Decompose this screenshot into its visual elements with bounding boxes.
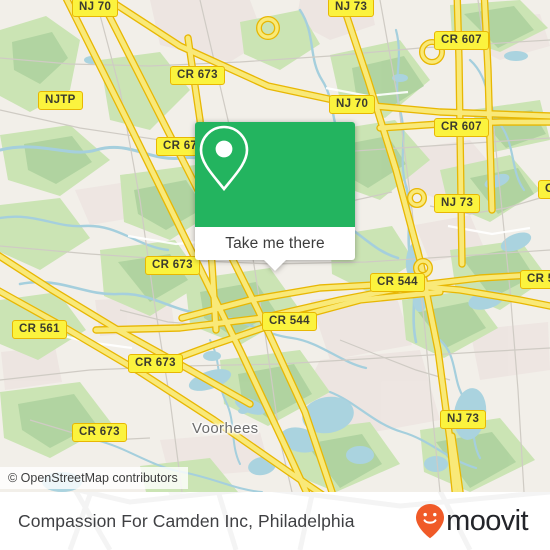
moovit-logo[interactable]: moovit	[415, 503, 529, 539]
road-shield[interactable]: NJ 73	[440, 410, 487, 429]
moovit-pin-smiley-icon	[416, 504, 445, 539]
road-shield[interactable]: NJTP	[38, 91, 83, 110]
page-title: Compassion For Camden Inc, Philadelphia	[18, 510, 355, 531]
map-screenshot: Voorhees NJ 70 NJ 73 CR 607 CR 673 NJ 70…	[0, 0, 550, 550]
callout-icon-panel	[195, 122, 355, 227]
road-shield[interactable]: NJ 70	[72, 0, 119, 17]
footer-bar: Compassion For Camden Inc, Philadelphia …	[0, 492, 550, 550]
map-canvas[interactable]: Voorhees NJ 70 NJ 73 CR 607 CR 673 NJ 70…	[0, 0, 550, 492]
callout-action-bar[interactable]: Take me there	[195, 227, 355, 271]
callout-tail	[264, 260, 286, 271]
place-label-voorhees: Voorhees	[192, 420, 259, 437]
road-shield[interactable]: CR 5	[520, 270, 550, 289]
take-me-there-label: Take me there	[225, 234, 325, 252]
road-shield[interactable]: CR	[538, 180, 550, 199]
moovit-wordmark: moovit	[446, 504, 528, 537]
road-shield[interactable]: NJ 73	[328, 0, 375, 17]
road-shield[interactable]: CR 673	[145, 256, 200, 275]
road-shield[interactable]: CR 561	[12, 320, 67, 339]
map-pin-icon	[199, 125, 249, 192]
road-shield[interactable]: CR 544	[370, 273, 425, 292]
osm-attribution[interactable]: © OpenStreetMap contributors	[0, 467, 188, 489]
location-callout-card[interactable]: Take me there	[195, 122, 355, 271]
road-shield[interactable]: CR 673	[72, 423, 127, 442]
road-shield[interactable]: NJ 73	[434, 194, 481, 213]
road-shield[interactable]: CR 544	[262, 312, 317, 331]
road-shield[interactable]: CR 673	[170, 66, 225, 85]
road-shield[interactable]: CR 607	[434, 31, 489, 50]
road-shield[interactable]: CR 607	[434, 118, 489, 137]
road-shield[interactable]: CR 673	[128, 354, 183, 373]
road-shield[interactable]: NJ 70	[329, 95, 376, 114]
